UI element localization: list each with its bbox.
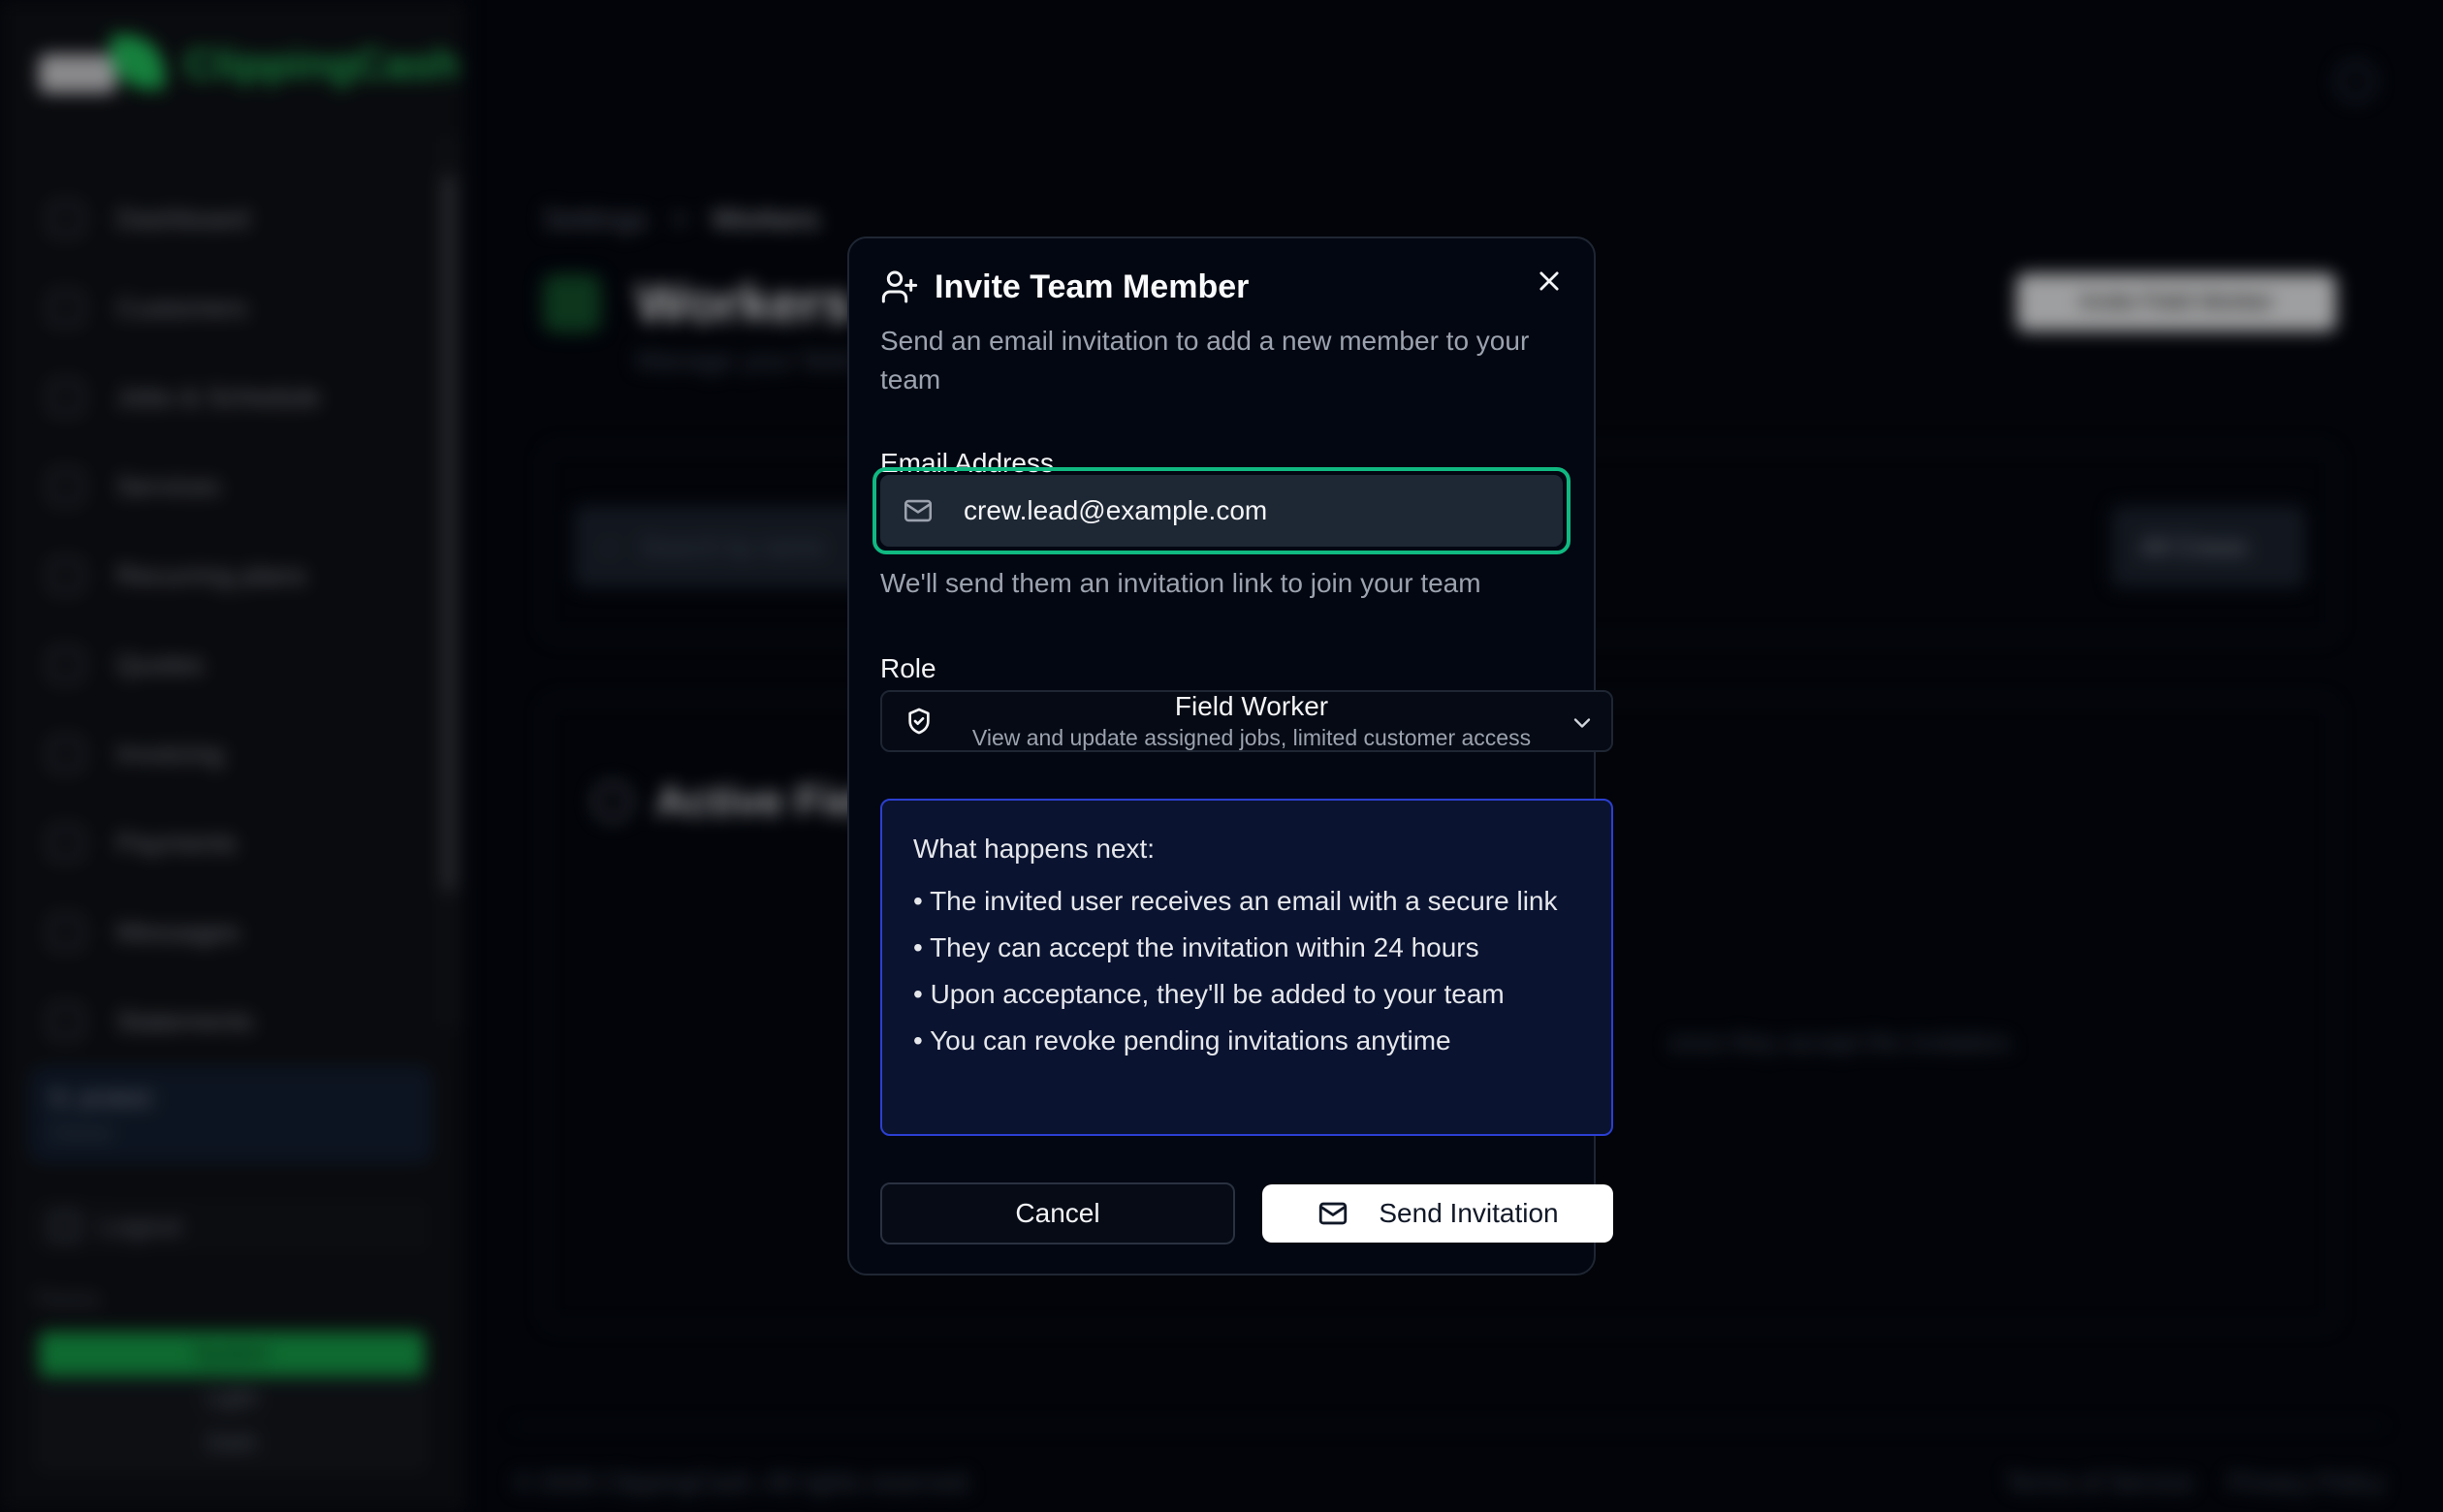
close-button[interactable] bbox=[1528, 260, 1570, 302]
dialog-description: Send an email invitation to add a new me… bbox=[880, 326, 1530, 394]
email-field[interactable] bbox=[964, 495, 1507, 526]
send-invitation-label: Send Invitation bbox=[1379, 1198, 1559, 1228]
role-label: Role bbox=[880, 653, 936, 683]
chevron-down-icon bbox=[1573, 718, 1591, 728]
info-item: • The invited user receives an email wit… bbox=[913, 886, 1558, 916]
info-heading: What happens next: bbox=[913, 834, 1156, 864]
shield-check-icon bbox=[908, 708, 930, 735]
dialog-title: Invite Team Member bbox=[935, 268, 1250, 305]
send-invitation-button[interactable]: Send Invitation bbox=[1262, 1184, 1613, 1243]
email-field-wrapper bbox=[872, 467, 1570, 554]
info-item: • You can revoke pending invitations any… bbox=[913, 1025, 1451, 1055]
close-icon bbox=[1539, 271, 1559, 291]
email-help-text: We'll send them an invitation link to jo… bbox=[880, 568, 1481, 598]
role-name: Field Worker bbox=[1174, 691, 1329, 721]
info-item: • Upon acceptance, they'll be added to y… bbox=[913, 979, 1505, 1009]
info-list: • The invited user receives an email wit… bbox=[913, 882, 1580, 1060]
role-select[interactable]: Field Worker View and update assigned jo… bbox=[880, 690, 1613, 752]
role-description: View and update assigned jobs, limited c… bbox=[971, 725, 1532, 750]
mail-icon bbox=[1319, 1202, 1348, 1225]
dialog-header: Invite Team Member bbox=[880, 268, 1249, 306]
role-selected-value: Field Worker View and update assigned jo… bbox=[940, 691, 1563, 752]
email-field-box bbox=[880, 475, 1563, 547]
next-steps-info: What happens next: • The invited user re… bbox=[880, 799, 1613, 1136]
mail-icon bbox=[904, 499, 933, 522]
info-item: • They can accept the invitation within … bbox=[913, 932, 1479, 962]
invite-team-member-dialog: Invite Team Member Send an email invitat… bbox=[847, 236, 1613, 1276]
user-plus-icon bbox=[881, 270, 918, 303]
cancel-button[interactable]: Cancel bbox=[880, 1182, 1235, 1244]
